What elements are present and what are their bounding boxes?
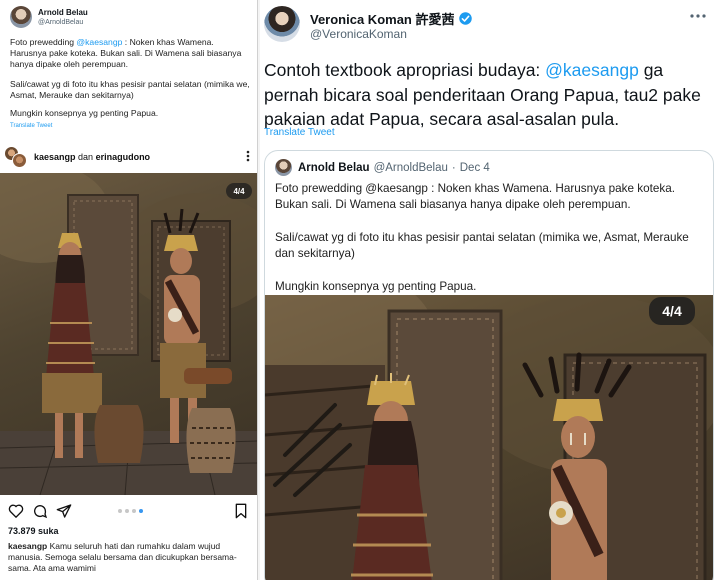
quoted-tweet[interactable]: Arnold Belau @ArnoldBelau · Dec 4 Foto p…	[264, 150, 714, 580]
tweet-date: Dec 4	[459, 161, 490, 174]
verified-badge-icon	[458, 11, 473, 26]
left-tweet-header: Arnold Belau @ArnoldBelau	[10, 6, 88, 28]
quoted-tweet-text: Foto prewedding @kaesangp : Noken khas W…	[275, 181, 705, 311]
tweet-paragraph: Sali/cawat yg di foto itu khas pesisir p…	[10, 78, 250, 100]
carousel-dot[interactable]	[125, 509, 129, 513]
author-name-row: Veronica Koman 許愛茜	[310, 9, 473, 28]
tweet-paragraph: Mungkin konsepnya yg penting Papua.	[275, 279, 477, 293]
avatar	[12, 153, 27, 168]
more-vertical-icon[interactable]	[246, 150, 250, 162]
photo-scene	[265, 295, 713, 580]
more-horizontal-icon[interactable]	[690, 14, 706, 18]
left-panel: Arnold Belau @ArnoldBelau Foto preweddin…	[0, 0, 258, 580]
like-count[interactable]: 73.879 suka	[8, 526, 59, 536]
image-counter-badge: 4/4	[649, 297, 695, 325]
tweet-text-part: Contoh textbook apropriasi budaya:	[264, 60, 546, 80]
username-link[interactable]: kaesangp	[34, 152, 76, 162]
author-name: Arnold Belau	[298, 161, 370, 174]
carousel-dot-active[interactable]	[139, 509, 143, 513]
separator-dot: ·	[451, 161, 456, 174]
tweet-text: Contoh textbook apropriasi budaya: @kaes…	[264, 58, 712, 132]
username-link[interactable]: erinagudono	[96, 152, 151, 162]
carousel-dot[interactable]	[118, 509, 122, 513]
bookmark-icon[interactable]	[234, 503, 248, 519]
mention-link[interactable]: @kaesangp	[76, 37, 122, 47]
carousel-dots	[118, 509, 143, 513]
tweet-paragraph: Mungkin konsepnya yg penting Papua.	[10, 108, 159, 119]
comment-icon[interactable]	[32, 503, 48, 519]
tweet-text-part: Foto prewedding	[10, 37, 77, 47]
avatar	[275, 159, 292, 176]
right-panel: Veronica Koman 許愛茜 @VeronicaKoman Contoh…	[260, 0, 720, 580]
tweet-paragraph: Foto prewedding @kaesangp : Noken khas W…	[275, 182, 675, 212]
photo-scene	[0, 173, 257, 495]
tweet-paragraph: Sali/cawat yg di foto itu khas pesisir p…	[275, 230, 689, 261]
author-name[interactable]: Veronica Koman 許愛茜	[310, 9, 454, 28]
instagram-post-header: kaesangp dan erinagudono	[4, 145, 256, 169]
image-counter-badge: 4/4	[226, 183, 252, 199]
translate-tweet-link[interactable]: Translate Tweet	[264, 127, 335, 138]
share-icon[interactable]	[56, 503, 72, 519]
quoted-tweet-header: Arnold Belau @ArnoldBelau · Dec 4	[275, 159, 490, 176]
heart-icon[interactable]	[8, 503, 24, 518]
username-link[interactable]: kaesangp	[8, 541, 47, 551]
post-caption: kaesangp Kamu seluruh hati dan rumahku d…	[8, 541, 254, 574]
author-handle[interactable]: @VeronicaKoman	[310, 27, 407, 41]
connector-text: dan	[75, 152, 96, 162]
author-handle[interactable]: @ArnoldBelau	[38, 18, 88, 27]
post-actions	[0, 500, 257, 522]
post-photo[interactable]: 4/4	[0, 173, 257, 495]
avatar[interactable]	[10, 6, 32, 28]
translate-tweet-link[interactable]: Translate Tweet	[10, 121, 250, 132]
quoted-tweet-photo[interactable]: 4/4	[265, 295, 713, 580]
post-users: kaesangp dan erinagudono	[34, 152, 150, 162]
author-name[interactable]: Arnold Belau	[38, 8, 88, 18]
carousel-dot[interactable]	[132, 509, 136, 513]
author-handle: @ArnoldBelau	[373, 161, 448, 174]
avatar[interactable]	[264, 6, 300, 42]
avatar-group[interactable]	[4, 146, 28, 168]
mention-link[interactable]: @kaesangp	[545, 60, 639, 80]
left-tweet-text: Foto prewedding @kaesangp : Noken khas W…	[10, 37, 250, 132]
